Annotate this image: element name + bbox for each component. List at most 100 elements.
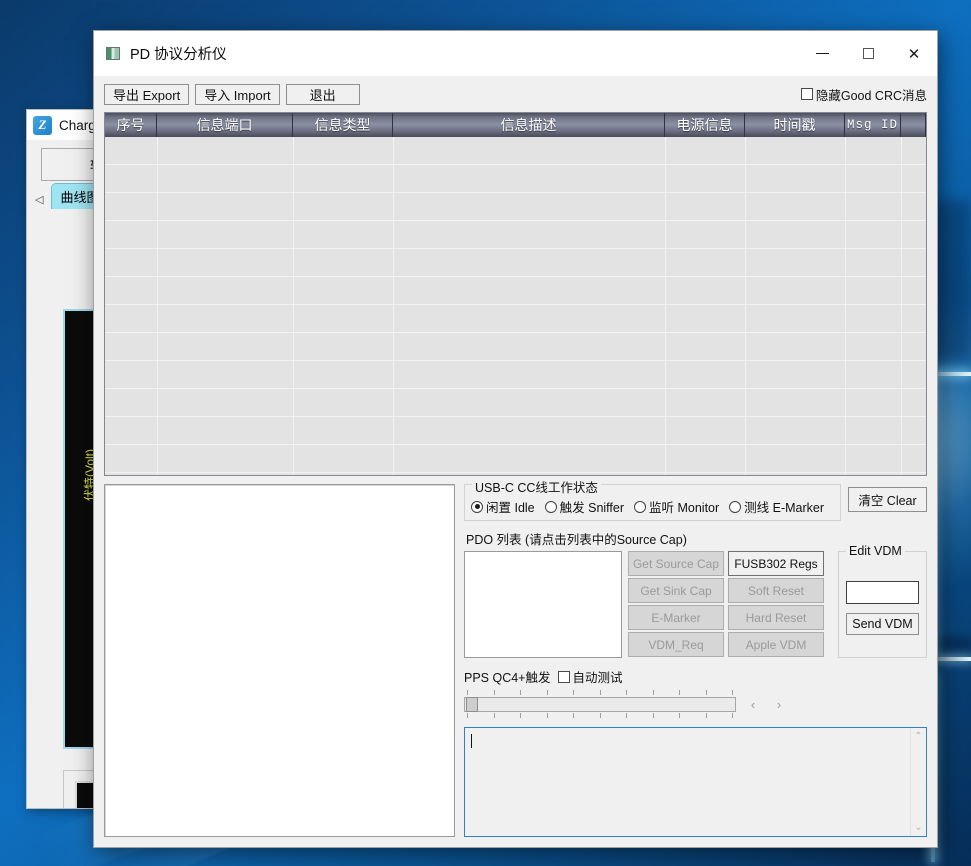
table-header-cell[interactable]: 时间戳 [745, 113, 845, 137]
cc-mode-radio[interactable]: 监听 Monitor [634, 497, 719, 516]
hide-good-crc-label: 隐藏Good CRC消息 [816, 85, 927, 104]
minimize-button[interactable] [799, 31, 845, 76]
slider-tick [467, 690, 468, 695]
cc-mode-radio[interactable]: 测线 E-Marker [729, 497, 824, 516]
clear-button[interactable]: 清空 Clear [848, 487, 927, 512]
window-title: PD 协议分析仪 [130, 43, 227, 64]
slider-tick [494, 690, 495, 695]
slider-tick [706, 690, 707, 695]
export-button[interactable]: 导出 Export [104, 84, 189, 105]
table-row[interactable] [105, 361, 926, 389]
table-column-divider [157, 137, 158, 476]
slider-tick [547, 713, 548, 718]
table-header-filler [901, 113, 926, 137]
table-row[interactable] [105, 221, 926, 249]
tab-prev-arrow-icon[interactable]: ◁ [33, 193, 48, 209]
table-column-divider [393, 137, 394, 476]
pps-slider[interactable] [464, 690, 736, 718]
table-column-divider [845, 137, 846, 476]
slider-ticks-top [467, 690, 733, 695]
table-row[interactable] [105, 277, 926, 305]
slider-tick [494, 713, 495, 718]
lower-area: USB-C CC线工作状态 闲置 Idle 触发 Sniffer 监听 Monito… [94, 476, 937, 847]
cc-mode-label: 闲置 Idle [486, 497, 535, 516]
slider-tick [520, 690, 521, 695]
slider-track[interactable] [464, 697, 736, 712]
slider-tick [626, 690, 627, 695]
command-button: Hard Reset [728, 605, 824, 630]
vdm-input[interactable] [846, 581, 919, 604]
slider-thumb[interactable] [466, 697, 478, 712]
table-row[interactable] [105, 305, 926, 333]
pps-qc4-label: PPS QC4+触发 [464, 667, 551, 686]
log-textarea[interactable]: ⌃ ⌄ [464, 727, 927, 837]
message-table[interactable]: 序号信息端口信息类型信息描述电源信息时间戳Msg ID [104, 112, 927, 476]
slider-tick [679, 690, 680, 695]
command-button-grid: Get Source CapFUSB302 RegsGet Sink CapSo… [628, 551, 824, 658]
table-row[interactable] [105, 137, 926, 165]
auto-test-checkbox[interactable]: 自动测试 [558, 667, 623, 686]
command-button: E-Marker [628, 605, 724, 630]
window-titlebar: PD 协议分析仪 ✕ [94, 31, 937, 76]
chargerlab-logo-icon: Z [33, 116, 52, 135]
slider-next-button[interactable]: › [770, 695, 788, 713]
command-button[interactable]: FUSB302 Regs [728, 551, 824, 576]
edit-vdm-group-title: Edit VDM [846, 544, 905, 558]
table-body[interactable] [105, 137, 926, 476]
pdo-list[interactable] [464, 551, 622, 658]
scroll-down-icon[interactable]: ⌄ [914, 822, 922, 833]
cc-mode-radio[interactable]: 触发 Sniffer [545, 497, 624, 516]
table-header-cell[interactable]: Msg ID [845, 113, 901, 137]
edit-vdm-groupbox: Edit VDM Send VDM [838, 551, 927, 658]
table-row[interactable] [105, 389, 926, 417]
minimize-icon [816, 53, 829, 54]
slider-prev-button[interactable]: ‹ [744, 695, 762, 713]
slider-tick [520, 713, 521, 718]
table-header-cell[interactable]: 电源信息 [665, 113, 745, 137]
exit-button[interactable]: 退出 [286, 84, 360, 105]
table-header-cell[interactable]: 序号 [105, 113, 157, 137]
cc-status-groupbox: USB-C CC线工作状态 闲置 Idle触发 Sniffer监听 Monito… [464, 484, 841, 521]
app-icon [106, 47, 120, 60]
log-content[interactable] [465, 728, 910, 836]
scroll-up-icon[interactable]: ⌃ [914, 731, 922, 742]
table-header-cell[interactable]: 信息类型 [293, 113, 393, 137]
send-vdm-button[interactable]: Send VDM [846, 613, 919, 635]
cc-status-group-title: USB-C CC线工作状态 [472, 477, 601, 496]
command-button: Soft Reset [728, 578, 824, 603]
maximize-button[interactable] [845, 31, 891, 76]
slider-ticks-bottom [467, 713, 733, 718]
table-column-divider [901, 137, 902, 476]
slider-tick [626, 713, 627, 718]
slider-tick [706, 713, 707, 718]
import-button[interactable]: 导入 Import [195, 84, 279, 105]
slider-tick [732, 713, 733, 718]
close-button[interactable]: ✕ [891, 31, 937, 76]
auto-test-label: 自动测试 [573, 667, 623, 686]
slider-tick [653, 690, 654, 695]
table-row[interactable] [105, 417, 926, 445]
radio-button-icon [729, 501, 741, 513]
slider-tick [732, 690, 733, 695]
pdo-row: Get Source CapFUSB302 RegsGet Sink CapSo… [464, 551, 927, 658]
table-row[interactable] [105, 333, 926, 361]
table-row[interactable] [105, 165, 926, 193]
slider-tick [600, 713, 601, 718]
table-row[interactable] [105, 445, 926, 473]
window-controls: ✕ [799, 31, 937, 76]
pps-row: PPS QC4+触发 自动测试 [464, 667, 927, 686]
hide-good-crc-checkbox[interactable]: 隐藏Good CRC消息 [801, 85, 927, 104]
table-header-cell[interactable]: 信息端口 [157, 113, 293, 137]
maximize-icon [863, 48, 874, 59]
table-row[interactable] [105, 193, 926, 221]
slider-tick [600, 690, 601, 695]
main-toolbar: 导出 Export 导入 Import 退出 隐藏Good CRC消息 [94, 76, 937, 112]
table-row[interactable] [105, 249, 926, 277]
table-header-cell[interactable]: 信息描述 [393, 113, 665, 137]
table-column-divider [665, 137, 666, 476]
control-column: USB-C CC线工作状态 闲置 Idle触发 Sniffer监听 Monito… [464, 484, 927, 837]
log-scrollbar[interactable]: ⌃ ⌄ [910, 728, 926, 836]
cc-mode-radio[interactable]: 闲置 Idle [471, 497, 535, 516]
radio-button-icon [471, 501, 483, 513]
message-detail-panel[interactable] [104, 484, 455, 837]
